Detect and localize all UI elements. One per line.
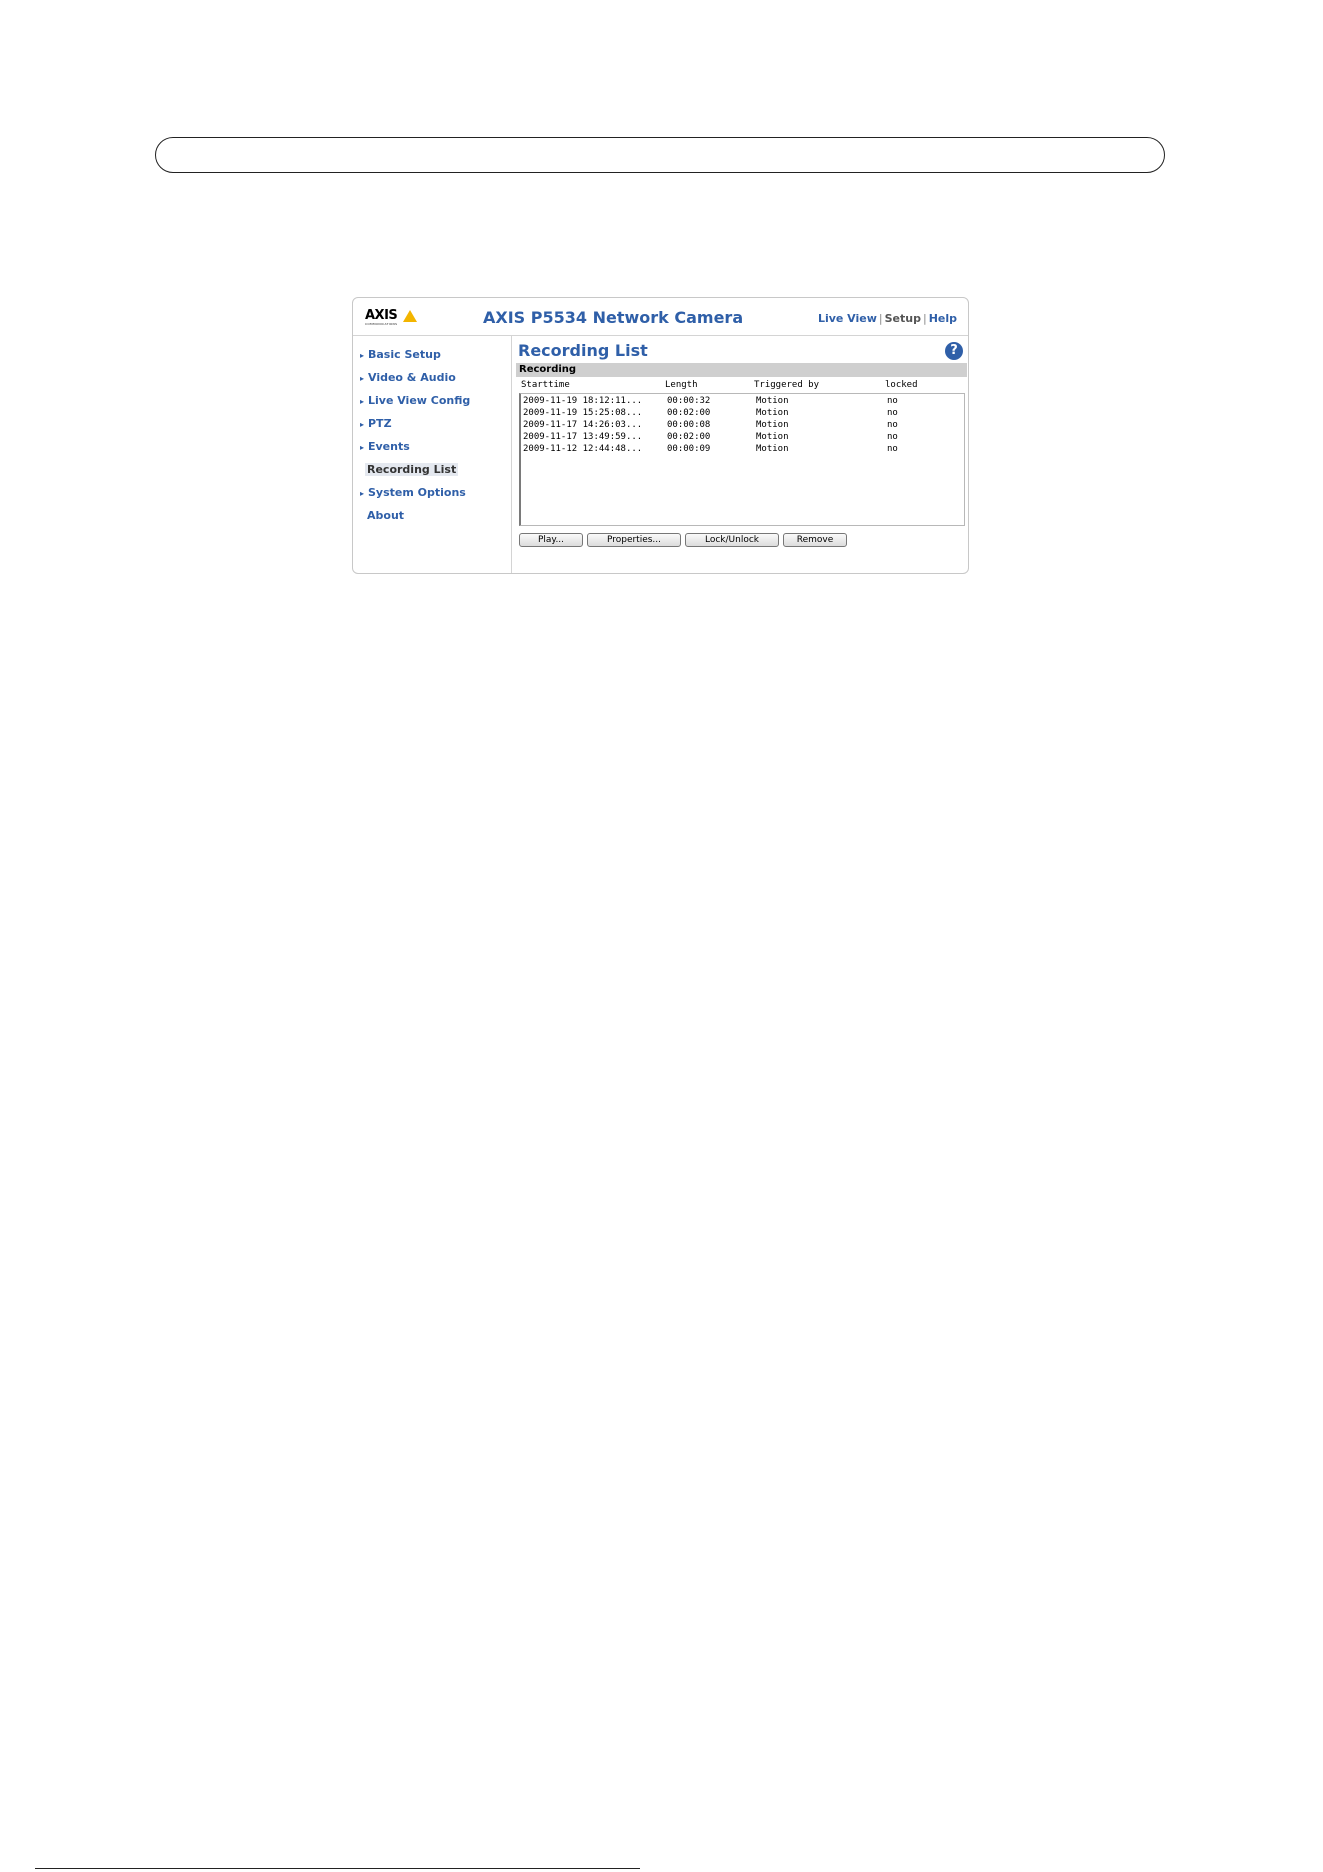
triangle-right-icon: ▸ (360, 397, 365, 406)
product-title: AXIS P5534 Network Camera (483, 308, 744, 327)
table-row[interactable]: 2009-11-17 13:49:59... 00:02:00 Motion n… (521, 431, 961, 443)
triangle-right-icon: ▸ (360, 489, 365, 498)
sidebar-item-label: Live View Config (368, 394, 471, 407)
cell-starttime: 2009-11-12 12:44:48... (523, 444, 643, 454)
sidebar-item-label: PTZ (368, 417, 392, 430)
cell-triggered-by: Motion (756, 420, 789, 430)
logo-subtext: COMMUNICATIONS (365, 322, 398, 326)
column-header-triggered-by[interactable]: Triggered by (754, 380, 819, 390)
sidebar-item-video-audio[interactable]: ▸ Video & Audio (360, 371, 456, 384)
sidebar-item-label: About (367, 509, 405, 522)
table-row[interactable]: 2009-11-19 18:12:11... 00:00:32 Motion n… (521, 395, 961, 407)
cell-triggered-by: Motion (756, 408, 789, 418)
sidebar-item-label: Events (368, 440, 410, 453)
play-button[interactable]: Play... (519, 533, 583, 547)
sidebar-item-events[interactable]: ▸ Events (360, 440, 410, 453)
triangle-right-icon: ▸ (360, 374, 365, 383)
setup-link[interactable]: Setup (885, 312, 921, 325)
sidebar-item-live-view-config[interactable]: ▸ Live View Config (360, 394, 470, 407)
sidebar-item-label: Recording List (367, 463, 457, 476)
section-header-recording: Recording (516, 363, 967, 377)
column-header-locked[interactable]: locked (885, 380, 918, 390)
table-row[interactable]: 2009-11-19 15:25:08... 00:02:00 Motion n… (521, 407, 961, 419)
cell-triggered-by: Motion (756, 396, 789, 406)
nav-separator: | (878, 312, 883, 325)
main-content: Recording List ? Recording Starttime Len… (513, 336, 968, 573)
cell-triggered-by: Motion (756, 432, 789, 442)
cell-starttime: 2009-11-19 15:25:08... (523, 408, 643, 418)
column-header-length[interactable]: Length (665, 380, 698, 390)
top-navigation: Live View | Setup | Help (818, 312, 957, 325)
nav-separator: | (922, 312, 927, 325)
logo-triangle (403, 310, 417, 322)
triangle-right-icon: ▸ (360, 420, 365, 429)
table-row[interactable]: 2009-11-17 14:26:03... 00:00:08 Motion n… (521, 419, 961, 431)
sidebar: ▸ Basic Setup ▸ Video & Audio ▸ Live View C… (353, 336, 512, 573)
sidebar-item-system-options[interactable]: ▸ System Options (360, 486, 466, 499)
triangle-right-icon: ▸ (360, 443, 365, 452)
question-circle-icon[interactable]: ? (945, 342, 963, 360)
cell-starttime: 2009-11-17 14:26:03... (523, 420, 643, 430)
cell-locked: no (887, 408, 898, 418)
cell-length: 00:00:32 (667, 396, 711, 406)
sidebar-item-basic-setup[interactable]: ▸ Basic Setup (360, 348, 441, 361)
recording-list-box[interactable]: 2009-11-19 18:12:11... 00:00:32 Motion n… (519, 393, 965, 526)
cell-locked: no (887, 432, 898, 442)
properties-button[interactable]: Properties... (587, 533, 681, 547)
table-header: Starttime Length Triggered by locked (519, 380, 965, 392)
column-header-starttime[interactable]: Starttime (521, 380, 570, 390)
top-bar: AXIS COMMUNICATIONS AXIS P5534 Network C… (353, 298, 968, 336)
sidebar-item-recording-list[interactable]: Recording List (365, 463, 459, 476)
camera-setup-window: AXIS COMMUNICATIONS AXIS P5534 Network C… (352, 297, 969, 574)
sidebar-item-about[interactable]: About (367, 509, 404, 522)
triangle-right-icon: ▸ (360, 351, 365, 360)
remove-button[interactable]: Remove (783, 533, 847, 547)
cell-triggered-by: Motion (756, 444, 789, 454)
cell-starttime: 2009-11-19 18:12:11... (523, 396, 643, 406)
cell-length: 00:00:09 (667, 444, 711, 454)
footer-rule (35, 1868, 640, 1869)
sidebar-item-label: System Options (368, 486, 466, 499)
cell-locked: no (887, 444, 898, 454)
cell-locked: no (887, 396, 898, 406)
cell-locked: no (887, 420, 898, 430)
cell-starttime: 2009-11-17 13:49:59... (523, 432, 643, 442)
cell-length: 00:02:00 (667, 408, 711, 418)
chapter-header-bar (155, 137, 1165, 173)
sidebar-item-label: Video & Audio (368, 371, 456, 384)
lock-unlock-button[interactable]: Lock/Unlock (685, 533, 779, 547)
axis-logo-icon: AXIS COMMUNICATIONS (365, 309, 417, 327)
table-row[interactable]: 2009-11-12 12:44:48... 00:00:09 Motion n… (521, 443, 961, 455)
cell-length: 00:00:08 (667, 420, 711, 430)
page-title: Recording List (518, 341, 648, 360)
sidebar-item-label: Basic Setup (368, 348, 441, 361)
live-view-link[interactable]: Live View (818, 312, 877, 325)
cell-length: 00:02:00 (667, 432, 711, 442)
sidebar-item-ptz[interactable]: ▸ PTZ (360, 417, 392, 430)
help-link[interactable]: Help (929, 312, 957, 325)
